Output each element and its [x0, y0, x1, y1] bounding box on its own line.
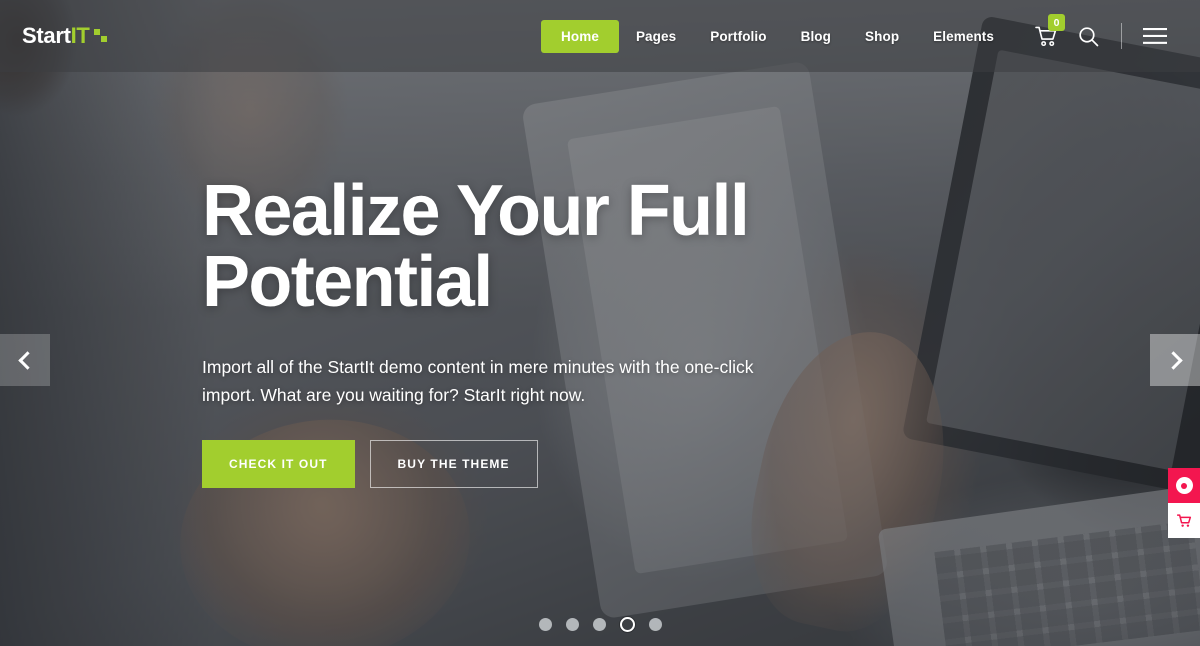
nav-item-portfolio[interactable]: Portfolio [693, 20, 783, 53]
search-icon [1078, 26, 1098, 46]
nav-item-pages[interactable]: Pages [619, 20, 693, 53]
slider-dot-1[interactable] [538, 618, 552, 631]
page-stage: Start IT Home Pages Portfolio Blog Shop E… [0, 0, 1200, 646]
chevron-left-icon [17, 350, 37, 370]
site-logo[interactable]: Start IT [22, 23, 108, 49]
hero-heading-line-1: Realize Your Full [202, 171, 750, 251]
cart-count-badge: 0 [1048, 14, 1065, 31]
logo-squares-icon [93, 29, 108, 43]
nav-item-elements[interactable]: Elements [916, 20, 1011, 53]
hero-heading: Realize Your Full Potential [202, 175, 862, 318]
nav-item-blog[interactable]: Blog [784, 20, 848, 53]
buy-the-theme-button[interactable]: BUY THE THEME [369, 439, 538, 488]
header-divider [1121, 23, 1122, 49]
shopping-cart-icon [1176, 513, 1191, 527]
main-navigation: Home Pages Portfolio Blog Shop Elements … [541, 14, 1176, 57]
logo-text-primary: Start [22, 23, 71, 48]
nav-item-shop[interactable]: Shop [848, 20, 916, 53]
chevron-right-icon [1163, 350, 1183, 370]
cart-shortcut-button[interactable] [1168, 503, 1200, 538]
slider-dot-4[interactable] [619, 617, 635, 632]
slider-dot-3[interactable] [592, 618, 606, 631]
floating-side-buttons [1168, 468, 1200, 538]
slider-next-button[interactable] [1150, 334, 1200, 386]
logo-text-accent: IT [70, 23, 90, 48]
nav-item-home[interactable]: Home [541, 19, 619, 53]
hero-content: Realize Your Full Potential Import all o… [202, 175, 862, 488]
hamburger-menu-button[interactable] [1134, 15, 1176, 57]
buy-now-badge-button[interactable] [1168, 468, 1200, 503]
hero-button-group: CHECK IT OUT BUY THE THEME [202, 439, 862, 488]
hero-paragraph: Import all of the StartIt demo content i… [202, 357, 754, 406]
cart-button[interactable]: 0 [1025, 14, 1067, 57]
check-it-out-button[interactable]: CHECK IT OUT [202, 439, 355, 488]
site-header: Start IT Home Pages Portfolio Blog Shop E… [0, 0, 1200, 72]
search-button[interactable] [1067, 15, 1109, 57]
hero-heading-line-2: Potential [202, 241, 493, 322]
envato-circle-icon [1175, 477, 1193, 494]
slider-prev-button[interactable] [0, 334, 50, 386]
slider-pagination [0, 617, 1200, 632]
header-tools: 0 [1025, 14, 1176, 57]
hamburger-menu-icon [1143, 28, 1167, 44]
slider-dot-2[interactable] [565, 618, 579, 631]
slider-dot-5[interactable] [648, 618, 662, 631]
